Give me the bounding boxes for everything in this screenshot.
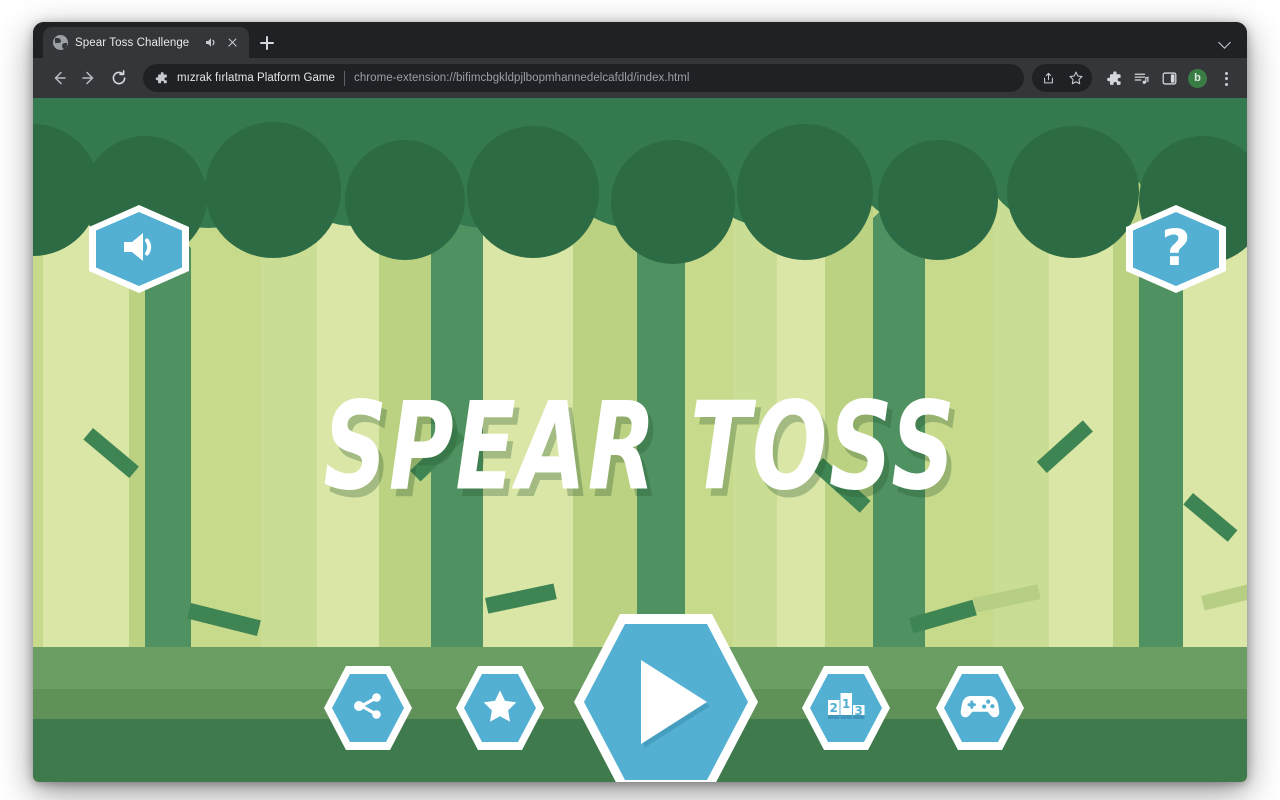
reload-button[interactable]	[105, 64, 133, 92]
puzzle-piece-icon	[154, 71, 168, 85]
svg-text:1: 1	[842, 697, 850, 711]
omnibox-action-pill	[1032, 64, 1092, 92]
tab-title: Spear Toss Challenge	[75, 36, 190, 49]
url-text: chrome-extension://bifimcbgkldpjlbopmhan…	[354, 72, 690, 84]
bookmark-star-icon[interactable]	[1062, 65, 1089, 92]
extension-name: mızrak fırlatma Platform Game	[177, 72, 336, 84]
svg-text:2: 2	[830, 701, 838, 715]
share-upload-icon[interactable]	[1035, 65, 1062, 92]
svg-text:3: 3	[855, 704, 863, 718]
forest-canopy	[33, 98, 1247, 276]
close-icon[interactable]	[225, 35, 240, 50]
help-question-label: ?	[1161, 218, 1191, 277]
browser-toolbar: mızrak fırlatma Platform Game chrome-ext…	[33, 58, 1247, 98]
forward-button[interactable]	[75, 64, 103, 92]
share-nodes-icon	[348, 686, 388, 731]
game-viewport: SPEAR TOSS ? 2 1 3	[33, 98, 1247, 782]
reading-list-icon[interactable]	[1128, 65, 1155, 92]
star-icon	[479, 685, 521, 732]
play-triangle-icon	[641, 660, 707, 744]
omnibox-separator	[344, 70, 346, 86]
side-panel-icon[interactable]	[1156, 65, 1183, 92]
page-title: SPEAR TOSS	[323, 377, 957, 518]
avatar-initial: b	[1188, 68, 1207, 88]
tab-strip: Spear Toss Challenge	[33, 22, 1247, 58]
chevron-down-icon[interactable]	[1215, 32, 1235, 52]
browser-tab[interactable]: Spear Toss Challenge	[43, 27, 249, 58]
speaker-volume-icon	[116, 225, 162, 274]
new-tab-button[interactable]	[255, 31, 279, 55]
back-button[interactable]	[45, 64, 73, 92]
browser-window: Spear Toss Challenge mızrak fırlatma Pla…	[33, 22, 1247, 782]
speaker-playing-icon[interactable]	[203, 35, 218, 50]
profile-avatar[interactable]: b	[1184, 65, 1211, 92]
gamepad-icon	[957, 687, 1003, 730]
toolbar-actions: b	[1032, 64, 1239, 92]
extensions-icon[interactable]	[1100, 65, 1127, 92]
podium-icon: 2 1 3	[823, 686, 869, 731]
globe-icon	[53, 35, 68, 50]
kebab-menu-icon[interactable]	[1212, 65, 1239, 92]
address-bar[interactable]: mızrak fırlatma Platform Game chrome-ext…	[143, 64, 1024, 92]
